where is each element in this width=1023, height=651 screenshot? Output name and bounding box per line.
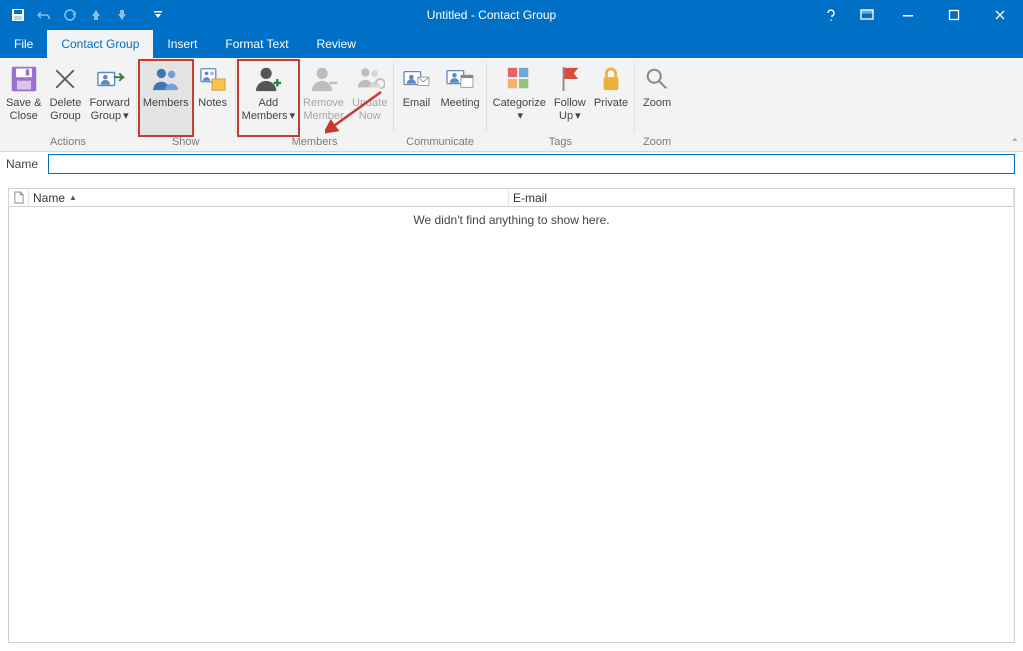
- name-label: Name: [6, 157, 38, 171]
- page-icon: [13, 191, 24, 204]
- label: Save & Close: [6, 97, 41, 123]
- group-show: Members Notes Show: [137, 58, 235, 151]
- group-zoom: Zoom Zoom: [635, 58, 679, 151]
- remove-member-button[interactable]: Remove Member: [299, 60, 348, 136]
- ribbon-display-options-button[interactable]: [849, 0, 885, 30]
- remove-member-icon: [308, 63, 340, 95]
- label: Meeting: [440, 97, 479, 110]
- follow-up-button[interactable]: Follow Up▾: [550, 60, 590, 136]
- label: Categorize▾: [493, 97, 546, 123]
- zoom-button[interactable]: Zoom: [637, 60, 677, 136]
- email-icon: [400, 63, 432, 95]
- group-label: Members: [238, 136, 392, 151]
- label: Delete Group: [50, 97, 82, 123]
- redo-button[interactable]: [58, 3, 82, 27]
- label: Remove Member: [303, 97, 344, 123]
- add-members-button[interactable]: Add Members▾: [238, 60, 299, 136]
- group-label: Show: [139, 136, 233, 151]
- ribbon: Save & Close Delete Group Forward Group▾…: [0, 58, 1023, 152]
- title-bar: Untitled - Contact Group: [0, 0, 1023, 30]
- empty-list-message: We didn't find anything to show here.: [9, 207, 1014, 227]
- add-member-icon: [252, 63, 284, 95]
- maximize-button[interactable]: [931, 0, 977, 30]
- window-title: Untitled - Contact Group: [170, 8, 813, 22]
- sort-ascending-icon: ▲: [69, 193, 77, 202]
- save-button[interactable]: [6, 3, 30, 27]
- group-label: Zoom: [637, 136, 677, 151]
- customize-qat-button[interactable]: [146, 3, 170, 27]
- categorize-button[interactable]: Categorize▾: [489, 60, 550, 136]
- label: Forward Group▾: [89, 97, 129, 123]
- name-row: Name: [0, 152, 1023, 176]
- email-button[interactable]: Email: [396, 60, 436, 136]
- members-icon: [150, 63, 182, 95]
- tab-format-text[interactable]: Format Text: [211, 30, 302, 58]
- save-close-button[interactable]: Save & Close: [2, 60, 45, 136]
- group-label: Communicate: [396, 136, 483, 151]
- forward-icon: [94, 63, 126, 95]
- delete-group-button[interactable]: Delete Group: [45, 60, 85, 136]
- next-item-button[interactable]: [110, 3, 134, 27]
- group-members: Add Members▾ Remove Member Update Now Me…: [236, 58, 394, 151]
- label: Zoom: [643, 97, 671, 110]
- delete-icon: [49, 63, 81, 95]
- forward-group-button[interactable]: Forward Group▾: [85, 60, 133, 136]
- label: Follow Up▾: [554, 97, 586, 123]
- meeting-icon: [444, 63, 476, 95]
- group-actions: Save & Close Delete Group Forward Group▾…: [0, 58, 136, 151]
- zoom-icon: [641, 63, 673, 95]
- column-name-label: Name: [33, 191, 65, 205]
- column-name[interactable]: Name ▲: [29, 189, 509, 206]
- label: Add Members▾: [242, 97, 295, 123]
- private-button[interactable]: Private: [590, 60, 632, 136]
- update-icon: [354, 63, 386, 95]
- group-tags: Categorize▾ Follow Up▾ Private Tags: [487, 58, 634, 151]
- members-button[interactable]: Members: [139, 60, 193, 136]
- column-icon[interactable]: [9, 189, 29, 206]
- tab-contact-group[interactable]: Contact Group: [47, 30, 153, 58]
- group-label: Tags: [489, 136, 632, 151]
- lock-icon: [595, 63, 627, 95]
- column-email[interactable]: E-mail: [509, 189, 1014, 206]
- save-icon: [8, 63, 40, 95]
- close-button[interactable]: [977, 0, 1023, 30]
- name-input[interactable]: [48, 154, 1015, 174]
- tab-file[interactable]: File: [0, 30, 47, 58]
- group-label: Actions: [2, 136, 134, 151]
- flag-icon: [554, 63, 586, 95]
- label: Members: [143, 97, 189, 110]
- notes-icon: [197, 63, 229, 95]
- ribbon-tab-strip: File Contact Group Insert Format Text Re…: [0, 30, 1023, 58]
- quick-access-toolbar: [0, 3, 170, 27]
- column-email-label: E-mail: [513, 191, 547, 205]
- help-button[interactable]: [813, 0, 849, 30]
- collapse-ribbon-button[interactable]: ⌃: [1011, 138, 1019, 149]
- categorize-icon: [503, 63, 535, 95]
- list-column-headers: Name ▲ E-mail: [9, 189, 1014, 207]
- window-controls: [813, 0, 1023, 30]
- update-now-button[interactable]: Update Now: [348, 60, 391, 136]
- meeting-button[interactable]: Meeting: [436, 60, 483, 136]
- undo-button[interactable]: [32, 3, 56, 27]
- minimize-button[interactable]: [885, 0, 931, 30]
- tab-insert[interactable]: Insert: [153, 30, 211, 58]
- members-list: Name ▲ E-mail We didn't find anything to…: [8, 188, 1015, 643]
- tab-review[interactable]: Review: [303, 30, 370, 58]
- label: Email: [403, 97, 431, 110]
- notes-button[interactable]: Notes: [193, 60, 233, 136]
- label: Notes: [198, 97, 227, 110]
- label: Private: [594, 97, 628, 110]
- group-communicate: Email Meeting Communicate: [394, 58, 485, 151]
- previous-item-button[interactable]: [84, 3, 108, 27]
- label: Update Now: [352, 97, 387, 123]
